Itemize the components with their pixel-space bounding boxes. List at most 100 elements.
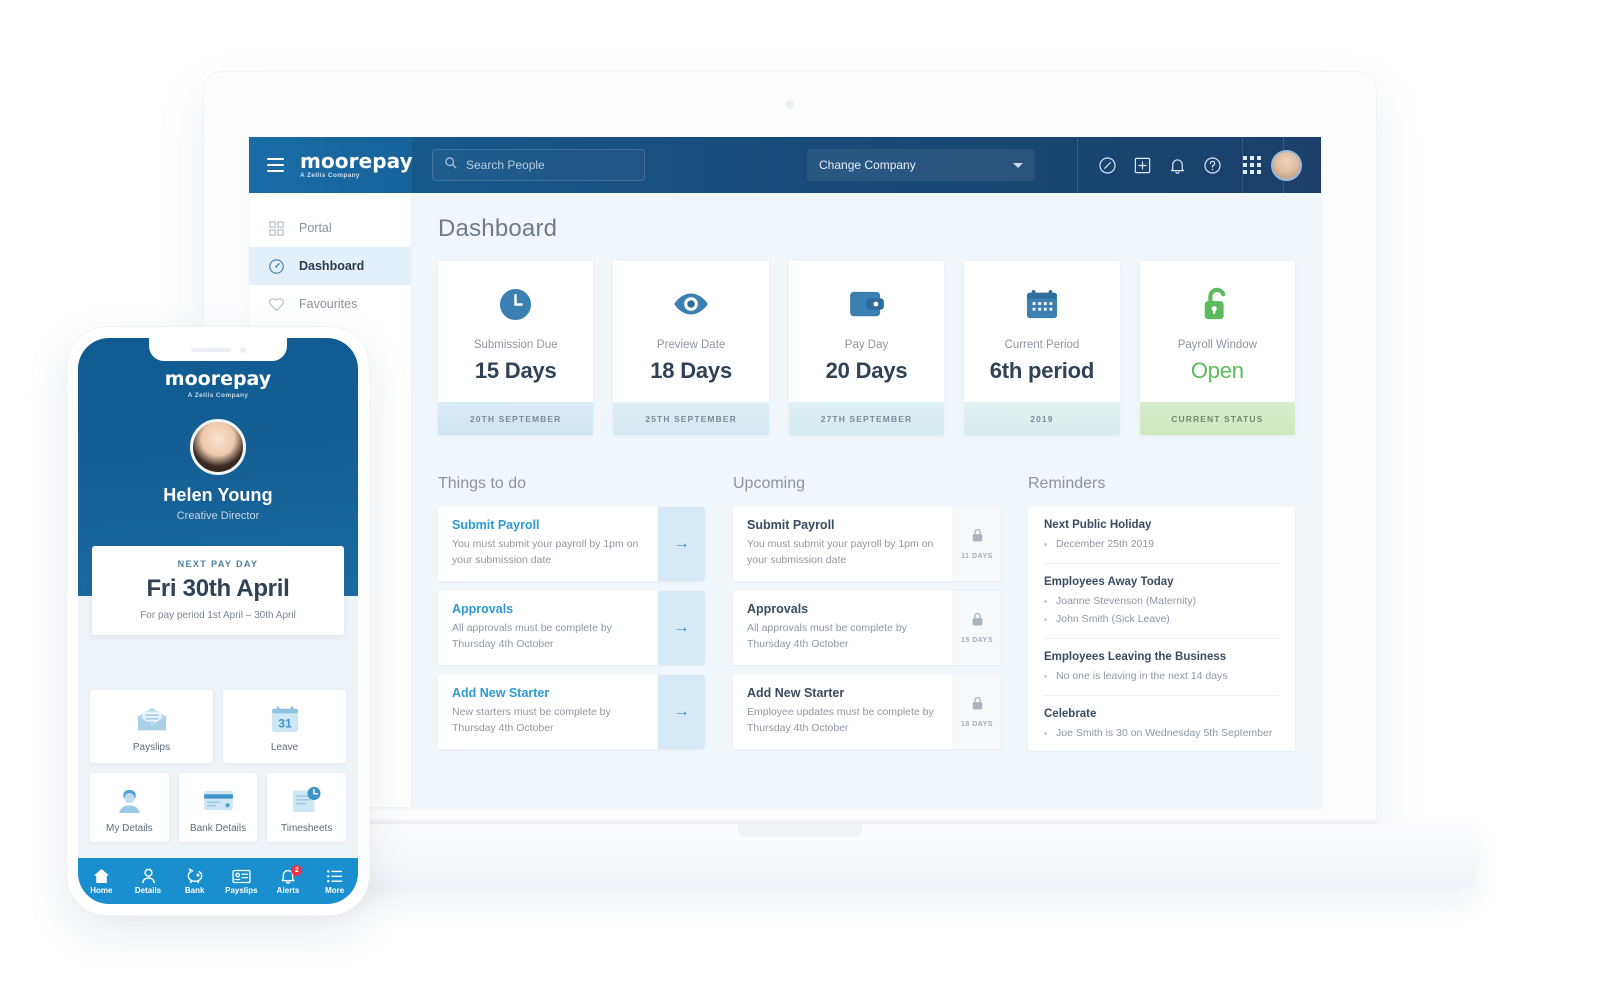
reminders-card: Next Public Holiday December 25th 2019 E… <box>1028 507 1295 752</box>
phone-tile-row-1: Payslips 31 Leave <box>90 690 346 763</box>
screenshot-stage: moorepay A Zellis Company Change Company <box>0 0 1600 1001</box>
lock-icon <box>971 612 984 632</box>
column-title: Reminders <box>1028 475 1106 492</box>
stat-footer: 2019 <box>964 402 1120 435</box>
sidebar-item-favourites[interactable]: Favourites <box>249 285 411 323</box>
upcoming-title: Approvals <box>747 601 809 616</box>
arrow-right-icon[interactable]: → <box>658 674 705 749</box>
phone-tile-label: Timesheets <box>281 823 333 834</box>
reminder-text: No one is leaving in the next 14 days <box>1056 670 1228 683</box>
phone-tab-more[interactable]: More <box>311 867 358 895</box>
stat-label: Preview Date <box>656 339 726 351</box>
upcoming-days: 15 DAYS <box>960 636 994 644</box>
calendar-icon <box>970 283 1113 325</box>
todo-card-submit-payroll[interactable]: Submit Payroll You must submit your payr… <box>438 507 705 581</box>
todo-description: You must submit your payroll by 1pm on y… <box>452 538 639 566</box>
phone-tile-label: Leave <box>270 742 299 753</box>
todo-title: Add New Starter <box>452 685 550 700</box>
phone-tab-payslips[interactable]: Payslips <box>218 867 265 895</box>
help-circle-icon[interactable] <box>1203 156 1222 175</box>
clock-icon <box>444 283 587 325</box>
payslip-card-icon <box>232 867 251 884</box>
stat-card-payroll-window[interactable]: Payroll Window Open CURRENT STATUS <box>1139 261 1296 435</box>
change-company-dropdown[interactable]: Change Company <box>807 149 1035 181</box>
phone-tile-payslips[interactable]: Payslips <box>90 690 213 763</box>
stat-card-preview-date[interactable]: Preview Date 18 Days 25TH SEPTEMBER <box>613 261 769 435</box>
piggy-bank-icon <box>186 867 204 884</box>
phone-speaker-icon <box>190 347 231 352</box>
phone-tab-details[interactable]: Details <box>125 867 172 895</box>
phone-tile-leave[interactable]: 31 Leave <box>223 690 346 763</box>
phone-tile-area: Payslips 31 Leave My Details Bank Detail… <box>78 596 358 858</box>
sidebar-item-portal[interactable]: Portal <box>249 209 411 247</box>
upcoming-description: Employee updates must be complete by Thu… <box>747 705 934 734</box>
nav-brand-area: moorepay A Zellis Company <box>249 137 413 193</box>
reminder-line: December 25th 2019 <box>1044 537 1279 552</box>
sidebar-item-label: Dashboard <box>299 259 365 273</box>
stat-footer: 20TH SEPTEMBER <box>438 402 594 435</box>
todo-title: Submit Payroll <box>452 518 540 532</box>
upcoming-card-approvals: Approvals All approvals must be complete… <box>733 590 1000 665</box>
reminder-text: Joanne Stevenson (Maternity) <box>1056 594 1197 607</box>
phone-tile-my-details[interactable]: My Details <box>90 773 169 842</box>
plus-square-icon[interactable] <box>1133 156 1152 175</box>
stat-label: Current Period <box>1004 339 1080 351</box>
timesheet-clock-icon <box>269 784 344 816</box>
next-pay-day-date: Fri 30th April <box>146 575 290 602</box>
stat-card-submission-due[interactable]: Submission Due 15 Days 20TH SEPTEMBER <box>438 261 594 435</box>
reminder-text: Joe Smith is 30 on Wednesday 5th Septemb… <box>1056 726 1273 739</box>
phone-tile-timesheets[interactable]: Timesheets <box>267 773 347 842</box>
page-title: Dashboard <box>438 215 558 242</box>
reminder-line: Joanne Stevenson (Maternity) <box>1044 594 1279 609</box>
phone-tab-alerts[interactable]: 2 Alerts <box>265 865 312 895</box>
reminder-heading: Employees Leaving the Business <box>1044 651 1227 664</box>
unlock-icon <box>1146 283 1289 325</box>
column-title: Things to do <box>438 475 527 492</box>
moorepay-logo[interactable]: moorepay A Zellis Company <box>300 151 413 180</box>
upcoming-description: You must submit your payroll by 1pm on y… <box>747 538 934 566</box>
heart-icon <box>267 295 285 313</box>
phone-tab-home[interactable]: Home <box>78 867 125 895</box>
bullet-dot-icon <box>1044 731 1047 735</box>
lock-icon <box>971 528 984 548</box>
brand-wordmark: moorepay <box>300 148 413 173</box>
stat-value: 20 Days <box>825 358 908 383</box>
search-people-field[interactable] <box>432 149 645 181</box>
phone-tile-label: Payslips <box>132 742 171 753</box>
reminder-line: John Smith (Sick Leave) <box>1044 612 1279 627</box>
search-input[interactable] <box>466 158 633 172</box>
nav-icon-group <box>1077 137 1243 193</box>
wallet-icon <box>795 283 938 325</box>
avatar[interactable] <box>190 419 246 475</box>
arrow-right-icon[interactable]: → <box>658 590 705 665</box>
next-pay-day-card[interactable]: NEXT PAY DAY Fri 30th April For pay peri… <box>92 546 344 635</box>
reminder-block-employees-leaving: Employees Leaving the Business No one is… <box>1044 639 1279 696</box>
upcoming-card-submit-payroll: Submit Payroll You must submit your payr… <box>733 507 1000 581</box>
avatar[interactable] <box>1271 150 1302 181</box>
compass-icon[interactable] <box>1098 156 1117 175</box>
laptop-frame: moorepay A Zellis Company Change Company <box>204 72 1376 824</box>
reminder-block-next-public-holiday: Next Public Holiday December 25th 2019 <box>1044 507 1279 564</box>
todo-card-add-new-starter[interactable]: Add New Starter New starters must be com… <box>438 674 705 749</box>
stat-card-row: Submission Due 15 Days 20TH SEPTEMBER Pr… <box>438 261 1296 435</box>
bullet-dot-icon <box>1044 599 1047 603</box>
todo-card-approvals[interactable]: Approvals All approvals must be complete… <box>438 590 705 665</box>
hamburger-icon[interactable] <box>267 158 284 172</box>
bell-icon[interactable] <box>1168 156 1187 175</box>
reminder-block-celebrate: Celebrate Joe Smith is 30 on Wednesday 5… <box>1044 696 1279 752</box>
arrow-right-icon[interactable]: → <box>658 507 705 581</box>
app-grid-icon <box>1243 156 1261 174</box>
stat-card-current-period[interactable]: Current Period 6th period 2019 <box>964 261 1120 435</box>
column-reminders: Reminders Next Public Holiday December 2… <box>1028 475 1295 759</box>
reminder-line: No one is leaving in the next 14 days <box>1044 669 1279 684</box>
phone-tab-bar: Home Details Bank Payslips 2 Alerts More <box>78 858 358 904</box>
brand-tagline: A Zellis Company <box>187 392 249 399</box>
phone-tab-bank[interactable]: Bank <box>171 867 218 895</box>
sidebar-item-dashboard[interactable]: Dashboard <box>249 247 411 285</box>
stat-card-pay-day[interactable]: Pay Day 20 Days 27TH SEPTEMBER <box>788 261 945 435</box>
user-name: Helen Young <box>163 485 273 505</box>
stat-footer: 25TH SEPTEMBER <box>613 402 769 435</box>
phone-camera-icon <box>239 346 246 353</box>
envelope-payslip-icon <box>92 703 211 735</box>
phone-tile-bank-details[interactable]: Bank Details <box>178 773 258 842</box>
